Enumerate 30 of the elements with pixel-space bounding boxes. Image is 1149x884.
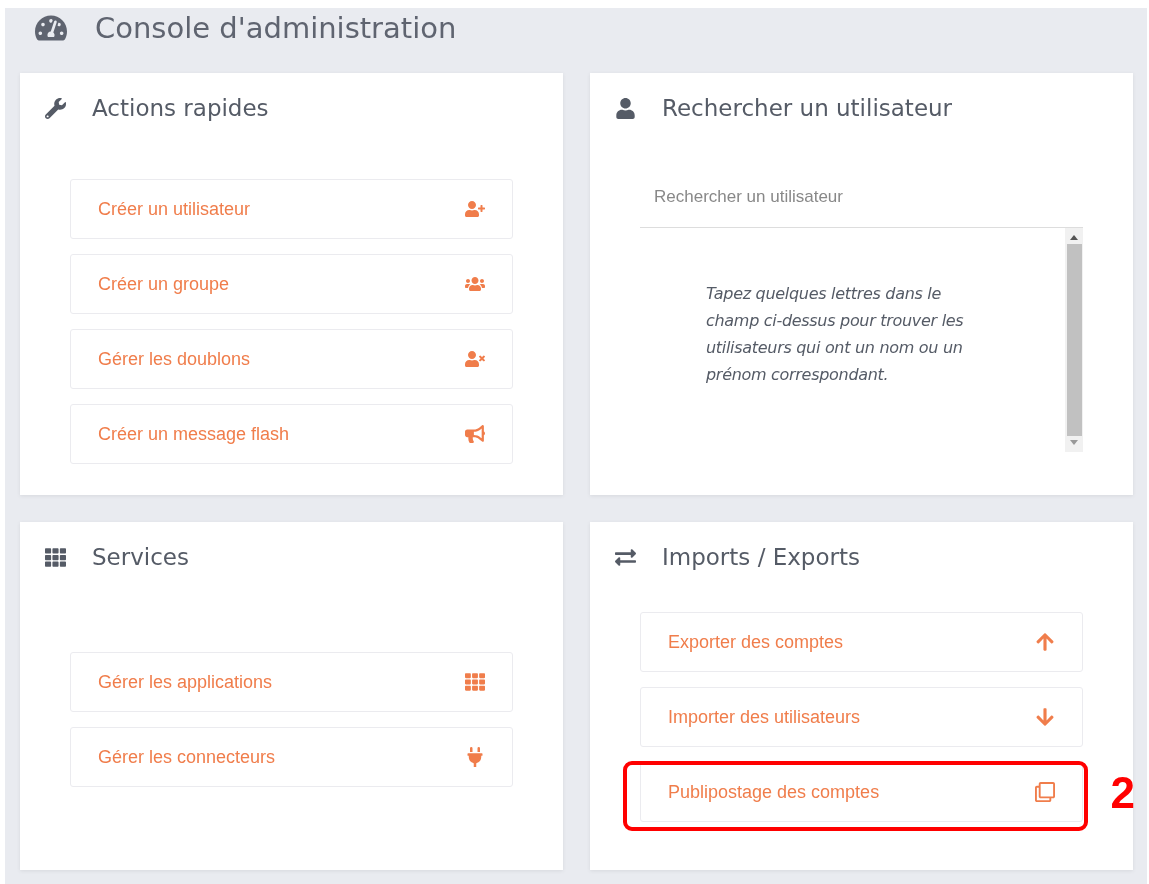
exchange-arrows-icon <box>615 546 636 568</box>
card-title: Actions rapides <box>92 95 269 121</box>
megaphone-icon <box>465 424 485 444</box>
arrow-down-icon <box>1035 707 1055 727</box>
action-button[interactable]: Gérer les doublons <box>70 329 513 389</box>
copy-icon <box>1035 782 1055 802</box>
action-button[interactable]: Gérer les applications <box>70 652 513 712</box>
user-remove-icon <box>465 349 485 369</box>
action-button[interactable]: Gérer les connecteurs <box>70 727 513 787</box>
page-title: Console d'administration <box>95 11 457 45</box>
arrow-up-icon <box>1035 632 1055 652</box>
scrollbar[interactable] <box>1065 228 1083 452</box>
grid-icon <box>465 672 485 692</box>
hint-text: Tapez quelques lettres dans le champ ci-dessus pour trouver les utilisateurs qui ont un nom ou un prénom correspondant. <box>705 283 965 386</box>
user-icon <box>615 97 636 119</box>
user-plus-icon <box>465 199 485 219</box>
action-button[interactable]: Publipostage des comptes <box>640 762 1083 822</box>
action-button[interactable]: Importer des utilisateurs <box>640 687 1083 747</box>
action-button[interactable]: Exporter des comptes <box>640 612 1083 672</box>
card-title: Services <box>92 544 189 570</box>
callout-number: 2 <box>1110 768 1135 818</box>
action-button[interactable]: Créer un groupe <box>70 254 513 314</box>
wrench-icon <box>45 97 66 119</box>
plug-icon <box>465 747 485 767</box>
action-button[interactable]: Créer un message flash <box>70 404 513 464</box>
users-icon <box>465 274 485 294</box>
card-title: Rechercher un utilisateur <box>662 95 953 121</box>
action-button[interactable]: Créer un utilisateur <box>70 179 513 239</box>
grid-icon <box>45 546 66 568</box>
card-title: Imports / Exports <box>662 544 860 570</box>
